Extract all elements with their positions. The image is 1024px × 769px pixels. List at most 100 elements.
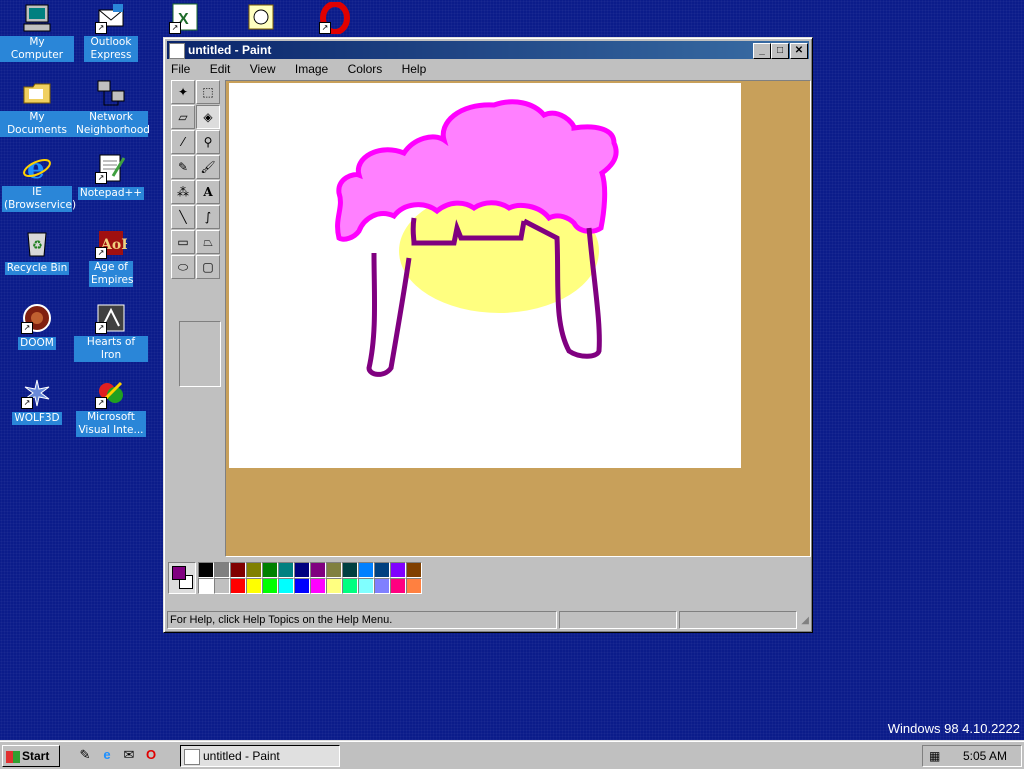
pencil-tool[interactable]: ✎: [171, 155, 195, 179]
fill-tool[interactable]: ◈: [196, 105, 220, 129]
clock[interactable]: 5:05 AM: [963, 746, 1007, 766]
palette-swatch[interactable]: [262, 562, 278, 578]
desktop-icon-label: Notepad++: [77, 187, 145, 200]
desktop-icon-hearts-of-iron[interactable]: ↗ Hearts of Iron: [74, 302, 148, 362]
polygon-tool[interactable]: ⏢: [196, 230, 220, 254]
brush-tool[interactable]: 🖌: [196, 155, 220, 179]
menu-colors[interactable]: Colors: [345, 62, 386, 76]
palette-swatch[interactable]: [230, 562, 246, 578]
palette-swatch[interactable]: [310, 578, 326, 594]
palette-swatch[interactable]: [246, 578, 262, 594]
desktop-icon-my-computer[interactable]: My Computer: [0, 2, 74, 62]
palette-swatch[interactable]: [374, 562, 390, 578]
airbrush-tool[interactable]: ⁂: [171, 180, 195, 204]
close-button[interactable]: ✕: [790, 43, 808, 59]
palette-swatch[interactable]: [278, 578, 294, 594]
palette-swatch[interactable]: [326, 562, 342, 578]
windows-version-text: Windows 98 4.10.2222: [887, 721, 1020, 736]
drawing-canvas[interactable]: [229, 83, 741, 468]
status-size: [679, 611, 797, 629]
palette-swatch[interactable]: [406, 578, 422, 594]
palette-swatch[interactable]: [310, 562, 326, 578]
palette-swatch[interactable]: [374, 578, 390, 594]
window-titlebar[interactable]: untitled - Paint _ □ ✕: [167, 41, 809, 59]
resize-grip-icon[interactable]: ◢: [801, 615, 809, 626]
toolbox: ✦ ⬚ ▱ ◈ ⁄ ⚲ ✎ 🖌 ⁂ A ╲ ∫ ▭ ⏢ ⬭ ▢: [169, 80, 221, 550]
left-hair-strand: [366, 252, 412, 377]
desktop-icon-label: DOOM: [18, 337, 56, 350]
minimize-button[interactable]: _: [753, 43, 771, 59]
menu-bar: File Edit View Image Colors Help: [168, 60, 808, 78]
palette-swatch[interactable]: [294, 578, 310, 594]
system-tray: ▦ 5:05 AM: [922, 745, 1022, 767]
foreground-color-swatch[interactable]: [172, 566, 186, 580]
palette-swatch[interactable]: [342, 578, 358, 594]
palette-swatch[interactable]: [198, 562, 214, 578]
rounded-rect-tool[interactable]: ▢: [196, 255, 220, 279]
palette-swatch[interactable]: [262, 578, 278, 594]
taskbar: Start ✎ e ✉ O untitled - Paint ▦ 5:05 AM: [0, 740, 1024, 769]
desktop-icon-age-of-empires[interactable]: AoE ↗ Age of Empires: [74, 227, 148, 287]
hearts-of-iron-icon: ↗: [95, 302, 127, 334]
show-desktop-icon[interactable]: ✎: [76, 746, 94, 764]
desktop-icon-network[interactable]: Network Neighborhood: [74, 77, 150, 137]
text-tool[interactable]: A: [196, 180, 220, 204]
current-colors[interactable]: [168, 562, 196, 594]
palette-swatch[interactable]: [326, 578, 342, 594]
desktop-icon-label: Age of Empires: [89, 261, 134, 287]
ie-quicklaunch-icon[interactable]: e: [98, 746, 116, 764]
palette-swatch[interactable]: [406, 562, 422, 578]
desktop-icon-outlook-express[interactable]: ↗ Outlook Express: [74, 2, 148, 62]
menu-help[interactable]: Help: [399, 62, 430, 76]
taskbar-button-paint[interactable]: untitled - Paint: [180, 745, 340, 767]
color-picker-tool[interactable]: ⁄: [171, 130, 195, 154]
line-tool[interactable]: ╲: [171, 205, 195, 229]
palette-swatch[interactable]: [214, 562, 230, 578]
paint-window[interactable]: untitled - Paint _ □ ✕ File Edit View Im…: [163, 37, 813, 633]
maximize-button[interactable]: □: [771, 43, 789, 59]
desktop-icon-label: Hearts of Iron: [74, 336, 148, 362]
palette-swatch[interactable]: [390, 562, 406, 578]
palette-swatch[interactable]: [230, 578, 246, 594]
desktop-icon-my-documents[interactable]: My Documents: [0, 77, 74, 137]
palette-swatch[interactable]: [278, 562, 294, 578]
menu-file[interactable]: File: [168, 62, 193, 76]
palette-swatch[interactable]: [342, 562, 358, 578]
computer-icon: [21, 2, 53, 34]
start-label: Start: [22, 749, 50, 763]
palette-swatch[interactable]: [198, 578, 214, 594]
start-button[interactable]: Start: [2, 745, 60, 767]
scheduler-tray-icon[interactable]: ▦: [929, 746, 940, 766]
ellipse-tool[interactable]: ⬭: [171, 255, 195, 279]
channels-icon[interactable]: ✉: [120, 746, 138, 764]
desktop-icon-notepadpp[interactable]: ↗ Notepad++: [74, 152, 148, 200]
desktop-icon-ie[interactable]: e IE (Browservice): [0, 152, 77, 212]
scheduler-icon: [245, 2, 277, 34]
desktop-icon-visual-interdev[interactable]: ↗ Microsoft Visual Inte...: [74, 377, 148, 437]
desktop-icon-doom[interactable]: ↗ DOOM: [0, 302, 74, 350]
palette-swatch[interactable]: [294, 562, 310, 578]
palette-swatch[interactable]: [246, 562, 262, 578]
desktop-icon-label: IE (Browservice): [2, 186, 77, 212]
eraser-tool[interactable]: ▱: [171, 105, 195, 129]
desktop-icon-wolf3d[interactable]: ↗ WOLF3D: [0, 377, 74, 425]
palette-swatch[interactable]: [358, 562, 374, 578]
paint-app-icon: [169, 42, 185, 59]
free-select-tool[interactable]: ✦: [171, 80, 195, 104]
taskbar-button-label: untitled - Paint: [203, 749, 280, 763]
menu-image[interactable]: Image: [292, 62, 331, 76]
palette-swatch[interactable]: [390, 578, 406, 594]
curve-tool[interactable]: ∫: [196, 205, 220, 229]
palette-swatch[interactable]: [214, 578, 230, 594]
magnifier-tool[interactable]: ⚲: [196, 130, 220, 154]
desktop-icon-recycle-bin[interactable]: ♻ Recycle Bin: [0, 227, 74, 275]
folder-icon: [21, 77, 53, 109]
rect-select-tool[interactable]: ⬚: [196, 80, 220, 104]
opera-quicklaunch-icon[interactable]: O: [142, 746, 160, 764]
canvas-area[interactable]: [225, 80, 811, 557]
menu-view[interactable]: View: [247, 62, 279, 76]
rectangle-tool[interactable]: ▭: [171, 230, 195, 254]
menu-edit[interactable]: Edit: [207, 62, 234, 76]
palette-swatch[interactable]: [358, 578, 374, 594]
tool-options-box[interactable]: [179, 321, 221, 387]
